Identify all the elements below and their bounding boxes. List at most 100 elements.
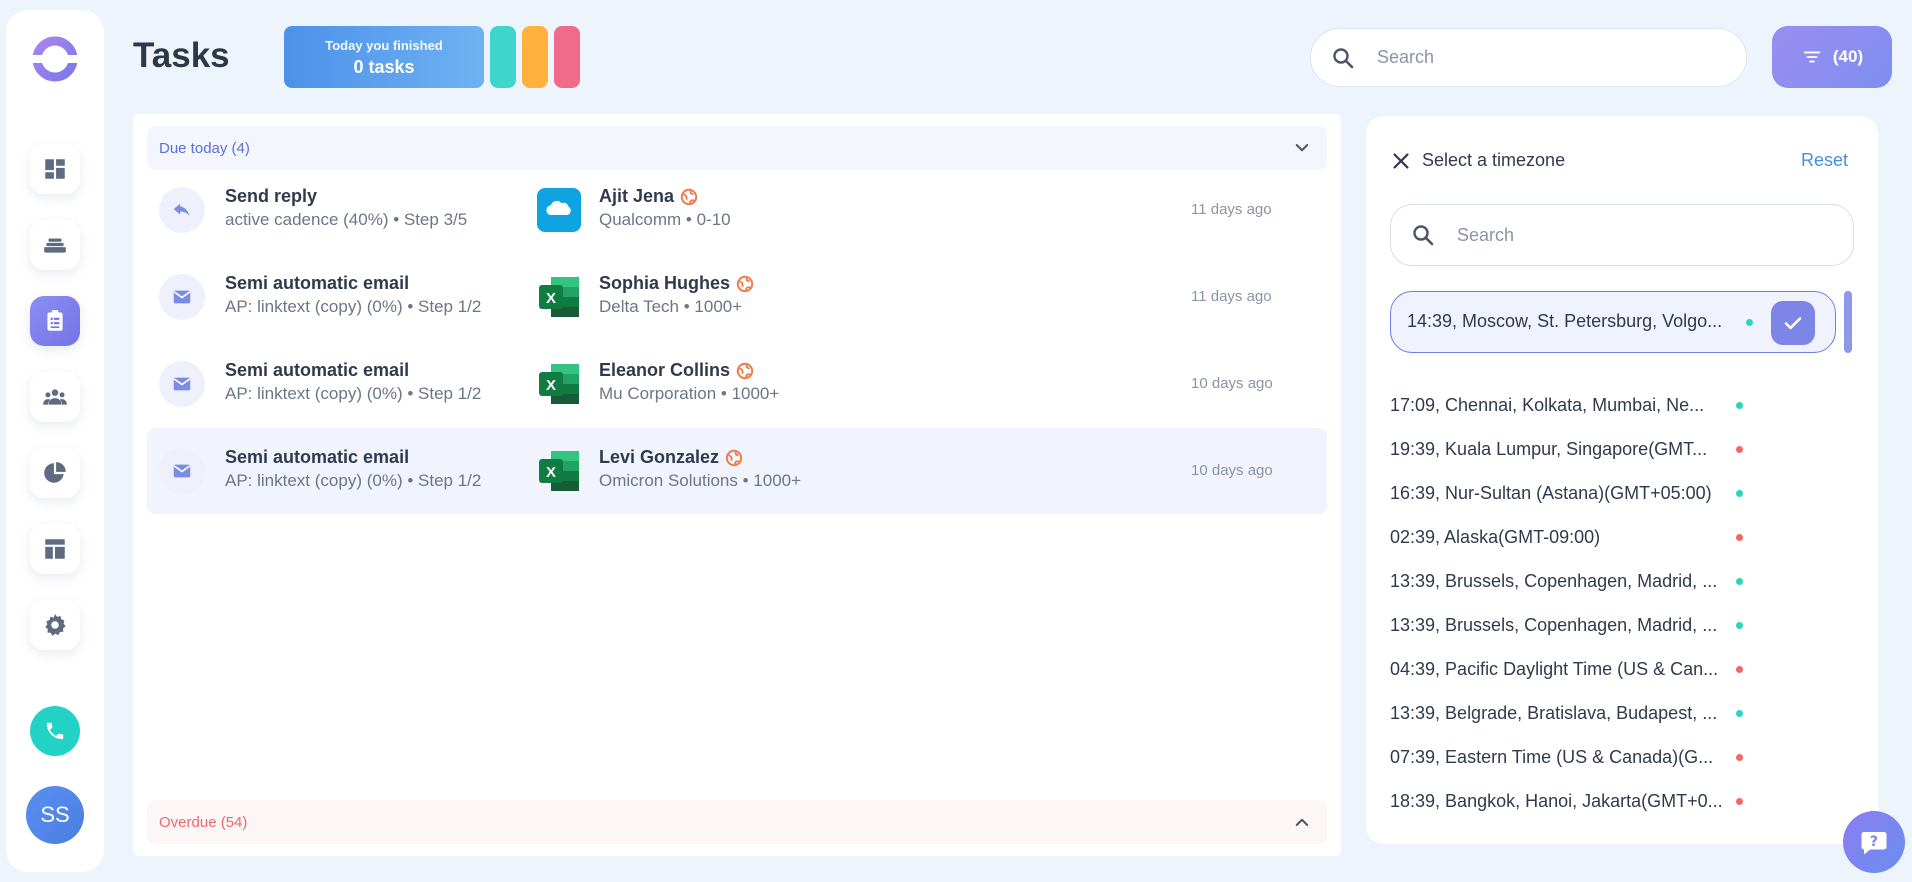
status-dot: [1736, 402, 1743, 409]
filter-count: (40): [1832, 47, 1864, 66]
contact-name[interactable]: Sophia Hughes: [599, 273, 754, 294]
task-time: 11 days ago: [1191, 288, 1272, 305]
scrollbar-thumb[interactable]: [1844, 291, 1852, 353]
layout-icon[interactable]: [30, 524, 80, 574]
phone-icon[interactable]: [30, 706, 80, 756]
timezone-search-input[interactable]: [1457, 224, 1777, 246]
contact-name-text: Eleanor Collins: [599, 360, 731, 380]
search-bar[interactable]: [1310, 28, 1747, 87]
layers-icon[interactable]: [30, 220, 80, 270]
contact-company: Omicron Solutions • 1000+: [599, 471, 802, 490]
timezone-option[interactable]: 18:39, Bangkok, Hanoi, Jakarta(GMT+0...: [1390, 781, 1770, 821]
task-subtitle: AP: linktext (copy) (0%) • Step 1/2: [225, 297, 482, 316]
contact-name-text: Levi Gonzalez: [599, 447, 720, 467]
timezone-option[interactable]: 07:39, Eastern Time (US & Canada)(G...: [1390, 737, 1770, 777]
contact-company: Delta Tech • 1000+: [599, 297, 743, 316]
task-title: Send reply: [225, 186, 318, 206]
status-dot: [1736, 754, 1743, 761]
timezone-option-label: 13:39, Belgrade, Bratislava, Budapest, .…: [1390, 703, 1718, 723]
timezone-option[interactable]: 16:39, Nur-Sultan (Astana)(GMT+05:00): [1390, 473, 1770, 513]
status-dot: [1736, 578, 1743, 585]
task-time: 11 days ago: [1191, 201, 1272, 218]
excel-icon: X: [537, 449, 581, 493]
task-row[interactable]: Send reply active cadence (40%) • Step 3/…: [147, 167, 1327, 253]
help-chat-icon[interactable]: ?: [1843, 811, 1905, 873]
contact-name[interactable]: Ajit Jena: [599, 186, 698, 207]
svg-text:X: X: [546, 464, 556, 481]
timezone-option[interactable]: 02:39, Alaska(GMT-09:00): [1390, 517, 1770, 557]
timezone-panel: Select a timezone Reset 14:39, Moscow, S…: [1366, 116, 1878, 844]
status-dot: [1736, 446, 1743, 453]
gear-icon[interactable]: [30, 600, 80, 650]
check-icon[interactable]: [1771, 301, 1815, 345]
app-logo-icon[interactable]: [30, 34, 80, 84]
mail-icon: [159, 448, 205, 494]
globe-icon: [736, 362, 754, 379]
finished-tasks-badge[interactable]: Today you finished 0 tasks: [284, 26, 484, 88]
status-dot: [1736, 798, 1743, 805]
overdue-section[interactable]: Overdue (54): [147, 800, 1327, 844]
avatar[interactable]: SS: [26, 786, 84, 844]
task-row[interactable]: Semi automatic email AP: linktext (copy) …: [147, 254, 1327, 340]
timezone-option-selected[interactable]: 14:39, Moscow, St. Petersburg, Volgo...: [1390, 291, 1836, 353]
reply-icon: [159, 187, 205, 233]
timezone-option[interactable]: 19:39, Kuala Lumpur, Singapore(GMT...: [1390, 429, 1770, 469]
chevron-up-icon[interactable]: [1293, 813, 1311, 831]
due-today-section[interactable]: Due today (4): [147, 126, 1327, 170]
timezone-option-label: 07:39, Eastern Time (US & Canada)(G...: [1390, 747, 1714, 767]
pink-status-pill[interactable]: [554, 26, 580, 88]
timezone-option-label: 02:39, Alaska(GMT-09:00): [1390, 527, 1601, 547]
mail-icon: [159, 361, 205, 407]
task-subtitle: AP: linktext (copy) (0%) • Step 1/2: [225, 471, 482, 490]
tasks-panel: Due today (4) Send reply active cadence (…: [133, 114, 1341, 856]
overdue-label: Overdue (54): [159, 813, 248, 831]
timezone-option-label: 14:39, Moscow, St. Petersburg, Volgo...: [1407, 311, 1723, 331]
search-input[interactable]: [1377, 47, 1697, 68]
timezone-search-bar[interactable]: [1390, 204, 1854, 266]
timezone-option[interactable]: 13:39, Belgrade, Bratislava, Budapest, .…: [1390, 693, 1770, 733]
contact-company: Qualcomm • 0-10: [599, 210, 731, 229]
task-row[interactable]: Semi automatic email AP: linktext (copy) …: [147, 341, 1327, 427]
excel-icon: X: [537, 275, 581, 319]
timezone-option[interactable]: 13:39, Brussels, Copenhagen, Madrid, ...: [1390, 605, 1770, 645]
teal-status-pill[interactable]: [490, 26, 516, 88]
timezone-option[interactable]: 04:39, Pacific Daylight Time (US & Can..…: [1390, 649, 1770, 689]
timezone-option-label: 13:39, Brussels, Copenhagen, Madrid, ...: [1390, 571, 1718, 591]
dashboard-icon[interactable]: [30, 144, 80, 194]
reset-button[interactable]: Reset: [1801, 150, 1848, 171]
excel-icon: X: [537, 362, 581, 406]
contact-name-text: Sophia Hughes: [599, 273, 731, 293]
globe-icon: [680, 188, 698, 205]
status-dot: [1736, 534, 1743, 541]
mail-icon: [159, 274, 205, 320]
contact-name[interactable]: Eleanor Collins: [599, 360, 754, 381]
task-subtitle: active cadence (40%) • Step 3/5: [225, 210, 468, 229]
orange-status-pill[interactable]: [522, 26, 548, 88]
close-icon[interactable]: [1390, 150, 1412, 172]
contact-name-text: Ajit Jena: [599, 186, 675, 206]
task-title: Semi automatic email: [225, 273, 410, 293]
task-row[interactable]: Semi automatic email AP: linktext (copy) …: [147, 428, 1327, 514]
svg-text:X: X: [546, 290, 556, 307]
clipboard-icon[interactable]: [30, 296, 80, 346]
task-title: Semi automatic email: [225, 360, 410, 380]
salesforce-icon: [537, 188, 581, 232]
filter-button[interactable]: (40): [1772, 26, 1892, 88]
timezone-option-label: 16:39, Nur-Sultan (Astana)(GMT+05:00): [1390, 483, 1712, 503]
people-icon[interactable]: [30, 372, 80, 422]
pie-chart-icon[interactable]: [30, 448, 80, 498]
globe-icon: [725, 449, 743, 466]
timezone-option[interactable]: 13:39, Brussels, Copenhagen, Madrid, ...: [1390, 561, 1770, 601]
svg-text:X: X: [546, 377, 556, 394]
finished-label: Today you finished: [325, 38, 443, 53]
status-dot: [1746, 319, 1753, 326]
timezone-option[interactable]: 17:09, Chennai, Kolkata, Mumbai, Ne...: [1390, 385, 1770, 425]
timezone-option-label: 19:39, Kuala Lumpur, Singapore(GMT...: [1390, 439, 1708, 459]
svg-text:?: ?: [1870, 834, 1878, 850]
due-today-label: Due today (4): [159, 139, 250, 157]
contact-name[interactable]: Levi Gonzalez: [599, 447, 743, 468]
status-dot: [1736, 666, 1743, 673]
task-time: 10 days ago: [1191, 462, 1273, 479]
chevron-down-icon[interactable]: [1293, 139, 1311, 157]
timezone-title: Select a timezone: [1422, 150, 1566, 170]
